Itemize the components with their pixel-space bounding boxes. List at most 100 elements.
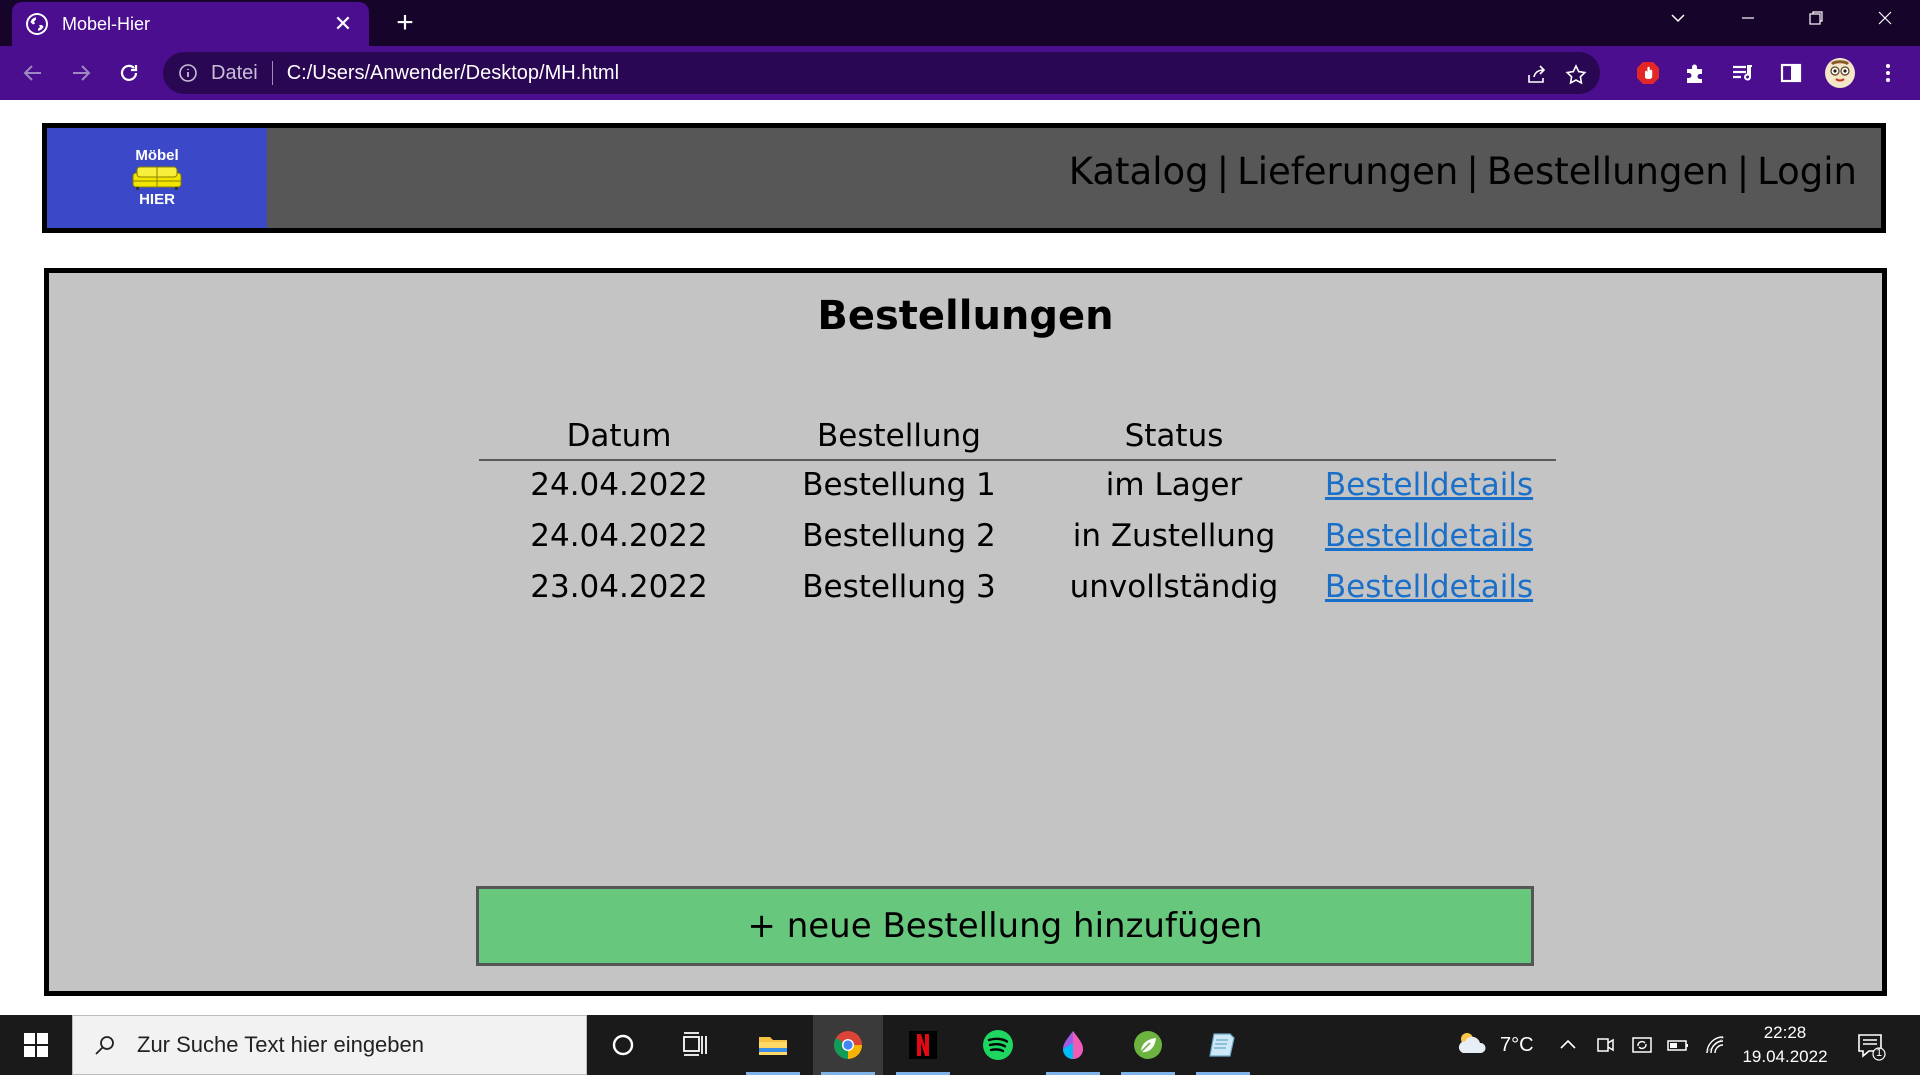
spotify-button[interactable] [963,1015,1033,1075]
weather-temperature[interactable]: 7°C [1500,1015,1534,1075]
address-url[interactable]: C:/Users/Anwender/Desktop/MH.html [287,62,619,85]
nav-link-bestellungen[interactable]: Bestellungen [1487,150,1729,193]
back-button[interactable] [18,58,48,88]
paint-drop-icon [1063,1031,1083,1059]
chevron-up-icon[interactable] [1556,1033,1580,1057]
browser-toolbar: Datei C:/Users/Anwender/Desktop/MH.html [0,46,1920,100]
nav-link-login[interactable]: Login [1757,150,1857,193]
nav-link-katalog[interactable]: Katalog [1069,150,1209,193]
folder-icon [759,1037,787,1055]
order-name: Bestellung 1 [802,467,996,503]
netflix-button[interactable] [888,1015,958,1075]
table-header: Datum Bestellung Status [479,418,1556,461]
table-row: 24.04.2022 Bestellung 1 im Lager Bestell… [479,461,1556,512]
start-button[interactable] [0,1015,72,1075]
order-status: im Lager [1105,467,1243,503]
bookmark-star-icon[interactable] [1563,62,1589,88]
paint-app-button[interactable] [1038,1015,1108,1075]
file-explorer-button[interactable] [738,1015,808,1075]
notification-count: 1 [1875,1047,1883,1059]
spotify-icon [983,1030,1013,1060]
spring-leaf-icon [1134,1031,1162,1059]
chrome-icon [834,1031,862,1059]
table-row: 24.04.2022 Bestellung 2 in Zustellung Be… [479,512,1556,563]
reload-button[interactable] [114,58,144,88]
add-order-button[interactable]: + neue Bestellung hinzufügen [476,886,1534,966]
search-placeholder: Zur Suche Text hier eingeben [137,1032,424,1057]
netflix-icon [909,1031,937,1059]
search-icon [95,1036,114,1055]
task-view-icon [683,1032,707,1056]
forward-button[interactable] [66,58,96,88]
order-details-link[interactable]: Bestelldetails [1309,467,1549,503]
page-title: Bestellungen [817,293,1114,339]
notepad-icon [1209,1033,1235,1057]
kebab-menu-icon[interactable] [1874,59,1902,87]
windows-taskbar: Zur Suche Text hier eingeben 7°C 22:28 1… [0,1015,1920,1075]
spring-tools-button[interactable] [1113,1015,1183,1075]
nav-separator: | [1216,150,1230,193]
tab-title: Mobel-Hier [62,13,151,34]
column-header-status: Status [1124,418,1224,454]
wifi-icon[interactable] [1703,1033,1727,1057]
order-status: in Zustellung [1072,518,1276,554]
order-name: Bestellung 2 [802,518,996,554]
order-date: 24.04.2022 [530,518,708,554]
notifications-button[interactable]: 1 [1856,1031,1886,1061]
editor-app-button[interactable] [1188,1015,1258,1075]
task-view-button[interactable] [660,1015,730,1075]
chevron-down-icon [1671,14,1685,23]
side-panel-icon[interactable] [1777,59,1805,87]
tab-strip: Mobel-Hier ✕ + [0,0,1920,46]
system-clock[interactable]: 22:28 19.04.2022 [1735,1021,1835,1069]
battery-icon[interactable] [1666,1033,1690,1057]
restore-icon [1809,11,1823,25]
globe-icon [26,13,48,35]
nav-link-lieferungen[interactable]: Lieferungen [1237,150,1458,193]
share-icon[interactable] [1524,62,1550,88]
column-header-datum: Datum [566,418,672,454]
info-icon[interactable] [177,62,199,84]
media-queue-icon[interactable] [1729,59,1757,87]
order-name: Bestellung 3 [802,569,996,605]
logo-bottom-text: HIER [139,191,175,208]
taskbar-search-input[interactable]: Zur Suche Text hier eingeben [72,1015,587,1075]
orders-panel: Bestellungen Datum Bestellung Status 24.… [44,268,1887,996]
browser-tab[interactable]: Mobel-Hier ✕ [12,2,369,46]
restore-button[interactable] [1786,0,1846,36]
order-details-link[interactable]: Bestelldetails [1309,518,1549,554]
address-bar[interactable]: Datei C:/Users/Anwender/Desktop/MH.html [163,52,1600,94]
clock-time: 22:28 [1763,1023,1807,1042]
tab-close-button[interactable]: ✕ [331,12,355,37]
address-scheme: Datei [211,61,258,84]
weather-cloud-icon[interactable] [1455,1029,1489,1059]
arrow-left-icon [23,65,41,81]
clock-date: 19.04.2022 [1742,1047,1828,1066]
chrome-button[interactable] [813,1015,883,1075]
close-icon [1878,11,1892,25]
close-window-button[interactable] [1855,0,1915,36]
meet-now-icon[interactable] [1593,1033,1617,1057]
new-tab-button[interactable]: + [390,6,420,40]
tab-search-button[interactable] [1648,0,1708,36]
address-separator [271,61,273,85]
nav-separator: | [1736,150,1750,193]
sync-status-icon[interactable] [1630,1033,1654,1057]
column-header-bestellung: Bestellung [817,418,981,454]
extensions-puzzle-icon[interactable] [1681,59,1709,87]
sofa-icon [132,166,182,190]
adblock-icon[interactable] [1634,59,1662,87]
orders-table: Datum Bestellung Status 24.04.2022 Beste… [479,418,1556,614]
site-header: Möbel HIER Katalog | Lieferungen | Bestellun… [42,123,1886,233]
minimize-button[interactable] [1718,0,1778,36]
logo-top-text: Möbel [135,147,179,164]
profile-avatar[interactable] [1824,57,1856,89]
table-row: 23.04.2022 Bestellung 3 unvollständig Be… [479,563,1556,614]
arrow-right-icon [73,65,91,81]
minimize-icon [1742,17,1754,19]
cortana-button[interactable] [588,1015,658,1075]
site-logo[interactable]: Möbel HIER [47,128,267,228]
order-details-link[interactable]: Bestelldetails [1309,569,1549,605]
nav-separator: | [1466,150,1479,193]
order-date: 23.04.2022 [530,569,708,605]
